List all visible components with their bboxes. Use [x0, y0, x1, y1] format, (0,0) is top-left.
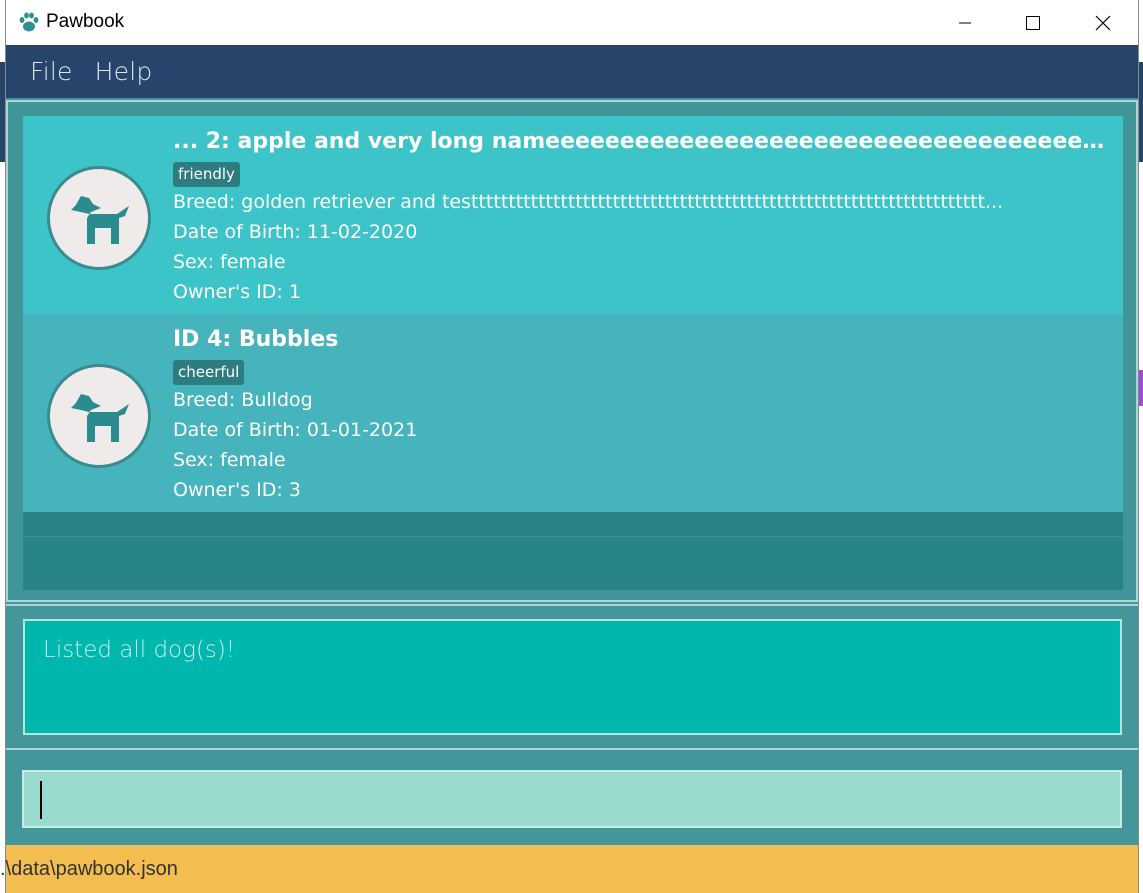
dog-list[interactable]: ... 2: apple and very long nameeeeeeeeee… [23, 116, 1123, 590]
main-area: ... 2: apple and very long nameeeeeeeeee… [6, 98, 1138, 845]
dog-sex: Sex: female [173, 251, 286, 273]
dog-card[interactable]: ... 2: apple and very long nameeeeeeeeee… [23, 116, 1123, 314]
dog-avatar [47, 364, 151, 468]
menu-help[interactable]: Help [95, 57, 153, 86]
dog-icon [71, 394, 129, 442]
dog-title: ... 2: apple and very long nameeeeeeeeee… [173, 129, 1113, 154]
minimize-icon [959, 22, 971, 23]
close-icon [1095, 15, 1111, 30]
app-window: Pawbook File Help ... 2: apple and very … [0, 0, 1139, 893]
maximize-icon [1026, 15, 1040, 30]
dog-title: ID 4: Bubbles [173, 327, 339, 352]
title-bar[interactable]: Pawbook [6, 0, 1138, 45]
result-panel: Listed all dog(s)! [6, 604, 1138, 750]
dog-tag: cheerful [173, 360, 245, 385]
list-empty-row [23, 512, 1123, 537]
data-file-path: .\data\pawbook.json [0, 857, 178, 880]
dog-details: ID 4: Bubbles cheerful Breed: Bulldog Da… [173, 324, 1113, 505]
dog-details: ... 2: apple and very long nameeeeeeeeee… [173, 126, 1113, 307]
dog-sex: Sex: female [173, 449, 286, 471]
minimize-button[interactable] [942, 0, 988, 45]
menu-bar: File Help [6, 45, 1138, 98]
dog-avatar [47, 166, 151, 270]
status-bar: .\data\pawbook.json [0, 845, 1138, 893]
dog-list-panel: ... 2: apple and very long nameeeeeeeeee… [6, 100, 1138, 602]
dog-owner-id: Owner's ID: 1 [173, 281, 301, 303]
result-message: Listed all dog(s)! [43, 637, 236, 663]
dog-date-of-birth: Date of Birth: 01-01-2021 [173, 419, 418, 441]
dog-breed: Breed: Bulldog [173, 389, 313, 411]
paw-icon [17, 10, 41, 34]
dog-owner-id: Owner's ID: 3 [173, 479, 301, 501]
command-input[interactable] [22, 770, 1122, 828]
dog-icon [71, 196, 129, 244]
dog-tag: friendly [173, 162, 240, 187]
command-panel [6, 752, 1138, 845]
dog-card[interactable]: ID 4: Bubbles cheerful Breed: Bulldog Da… [23, 314, 1123, 512]
dog-breed: Breed: golden retriever and testtttttttt… [173, 191, 1004, 213]
menu-file[interactable]: File [30, 57, 73, 86]
text-caret [40, 781, 42, 819]
result-display[interactable]: Listed all dog(s)! [23, 619, 1122, 735]
window-title: Pawbook [46, 11, 125, 32]
maximize-button[interactable] [1010, 0, 1056, 45]
close-button[interactable] [1080, 0, 1126, 45]
dog-date-of-birth: Date of Birth: 11-02-2020 [173, 221, 418, 243]
